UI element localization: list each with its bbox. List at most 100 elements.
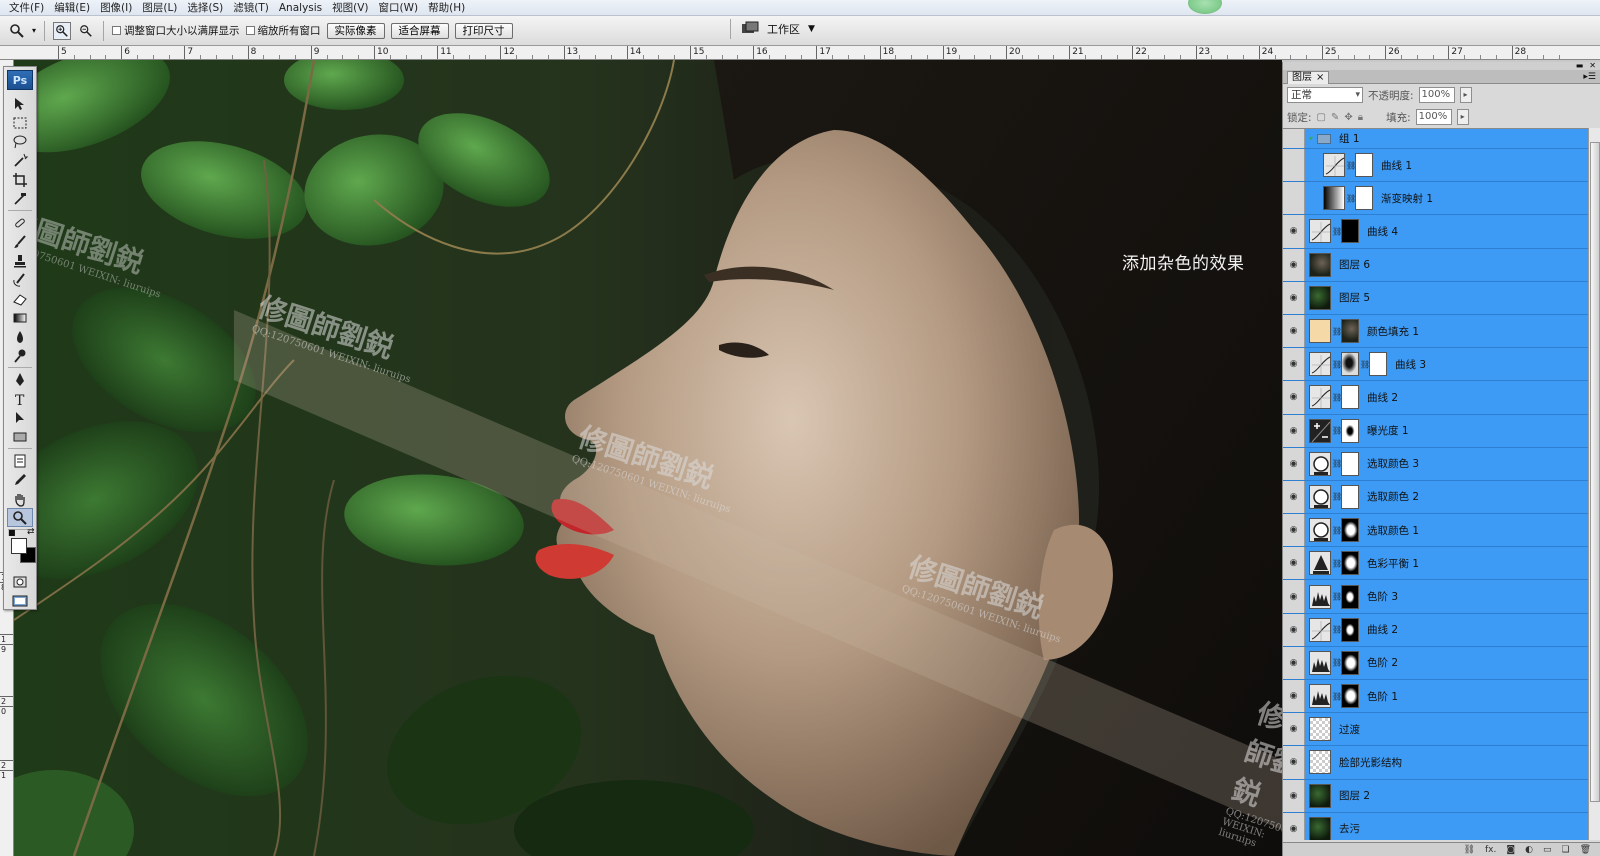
visibility-toggle-icon[interactable]: ◉ bbox=[1283, 348, 1305, 381]
healing-brush-tool-icon[interactable] bbox=[4, 213, 36, 232]
adjustment-layer-icon[interactable]: ◐ bbox=[1525, 845, 1533, 855]
opacity-slider-arrow-icon[interactable]: ▸ bbox=[1459, 87, 1472, 103]
layer-row[interactable]: ◉ ⛓︎ 曲线 2 bbox=[1283, 381, 1588, 415]
checkbox-icon[interactable] bbox=[245, 26, 255, 35]
layer-row[interactable]: ◉ 过渡 bbox=[1283, 713, 1588, 747]
color-swatches[interactable]: ■ ⇄ bbox=[7, 527, 36, 568]
layer-row[interactable]: ◉ ⛓︎ 曲线 2 bbox=[1283, 613, 1588, 647]
visibility-toggle-icon[interactable]: ◉ bbox=[1283, 547, 1305, 580]
chevron-down-icon[interactable]: ▼ bbox=[808, 24, 815, 34]
chain-link-icon[interactable]: ⛓︎ bbox=[1332, 526, 1342, 535]
chain-link-icon[interactable]: ⛓︎ bbox=[1332, 559, 1342, 568]
actual-pixels-button[interactable]: 实际像素 bbox=[326, 22, 385, 39]
zoom-all-windows-checkbox[interactable]: 缩放所有窗口 bbox=[245, 23, 321, 38]
chain-link-icon[interactable]: ⛓︎ bbox=[1360, 360, 1370, 369]
visibility-toggle-icon[interactable]: ◉ bbox=[1283, 281, 1305, 314]
layer-mask-thumbnail[interactable] bbox=[1355, 186, 1373, 211]
path-selection-tool-icon[interactable] bbox=[4, 408, 36, 427]
visibility-toggle-icon[interactable]: ◉ bbox=[1283, 646, 1305, 679]
layer-mask-thumbnail[interactable] bbox=[1341, 319, 1359, 344]
lasso-tool-icon[interactable] bbox=[4, 132, 36, 151]
menu-layer[interactable]: 图层(L) bbox=[137, 0, 182, 16]
gradient-tool-icon[interactable] bbox=[4, 308, 36, 327]
hand-tool-icon[interactable] bbox=[4, 489, 36, 508]
menu-filter[interactable]: 滤镜(T) bbox=[228, 0, 274, 16]
chain-link-icon[interactable]: ⛓︎ bbox=[1346, 194, 1356, 203]
chain-link-icon[interactable]: ⛓︎ bbox=[1332, 658, 1342, 667]
layer-row[interactable]: ◉ ⛓︎ 色彩平衡 1 bbox=[1283, 547, 1588, 581]
layer-row[interactable]: ◉ ⛓︎ 色阶 3 bbox=[1283, 580, 1588, 614]
layer-row[interactable]: ◉ ⛓︎ 选取颜色 3 bbox=[1283, 447, 1588, 481]
document-canvas[interactable]: 添加杂色的效果 修圖師劉鋭 QQ:120750601 WEIXIN: liuru… bbox=[14, 60, 1282, 856]
visibility-toggle-icon[interactable]: ◉ bbox=[1283, 480, 1305, 514]
tab-layers[interactable]: 图层 × bbox=[1287, 71, 1330, 84]
visibility-toggle-icon[interactable]: ◉ bbox=[1283, 514, 1305, 547]
layers-scrollbar[interactable] bbox=[1588, 128, 1600, 840]
visibility-toggle-icon[interactable]: ◉ bbox=[1283, 580, 1305, 613]
marquee-tool-icon[interactable] bbox=[4, 113, 36, 132]
close-icon[interactable]: ✕ bbox=[1589, 62, 1596, 70]
checkbox-icon[interactable] bbox=[112, 26, 122, 35]
zoom-in-icon[interactable] bbox=[53, 21, 72, 40]
layer-row[interactable]: ◉ ⛓︎ 选取颜色 2 bbox=[1283, 480, 1588, 515]
layer-mask-thumbnail[interactable] bbox=[1341, 684, 1359, 709]
opacity-input[interactable]: 100% bbox=[1418, 87, 1455, 103]
layer-mask-thumbnail[interactable] bbox=[1341, 484, 1359, 509]
layer-mask-thumbnail[interactable] bbox=[1341, 584, 1359, 609]
layer-row[interactable]: ◉ ⛓︎ 曲线 1 bbox=[1283, 149, 1588, 183]
visibility-toggle-icon[interactable]: ◉ bbox=[1283, 149, 1305, 182]
visibility-toggle-icon[interactable]: ◉ bbox=[1283, 746, 1305, 779]
layer-mask-thumbnail[interactable] bbox=[1341, 451, 1359, 476]
layer-mask-thumbnail[interactable] bbox=[1341, 352, 1359, 377]
visibility-toggle-icon[interactable]: ◉ bbox=[1283, 613, 1305, 646]
type-tool-icon[interactable]: T bbox=[4, 389, 36, 408]
zoom-tool-preset-icon[interactable] bbox=[8, 22, 26, 40]
visibility-toggle-icon[interactable]: ◉ bbox=[1283, 129, 1305, 148]
layer-row[interactable]: ◉ ⛓︎ 选取颜色 1 bbox=[1283, 514, 1588, 548]
layer-row[interactable]: ◉ ⛓︎ 曝光度 1 bbox=[1283, 414, 1588, 448]
visibility-toggle-icon[interactable]: ◉ bbox=[1283, 215, 1305, 248]
layer-style-icon[interactable]: fx. bbox=[1485, 845, 1496, 855]
eraser-tool-icon[interactable] bbox=[4, 289, 36, 308]
layer-mask-thumbnail[interactable] bbox=[1341, 551, 1359, 576]
menu-edit[interactable]: 编辑(E) bbox=[49, 0, 95, 16]
lock-all-icon[interactable]: 🔒︎ bbox=[1358, 112, 1363, 123]
blend-mode-select[interactable]: 正常 bbox=[1287, 87, 1363, 103]
menu-image[interactable]: 图像(I) bbox=[95, 0, 137, 16]
layer-mask-thumbnail[interactable] bbox=[1341, 385, 1359, 410]
visibility-toggle-icon[interactable]: ◉ bbox=[1283, 314, 1305, 348]
layer-row[interactable]: ◉ 图层 5 bbox=[1283, 281, 1588, 315]
lock-pixels-icon[interactable]: ✎ bbox=[1331, 112, 1339, 123]
crop-tool-icon[interactable] bbox=[4, 170, 36, 189]
swap-colors-icon[interactable]: ⇄ bbox=[27, 527, 35, 537]
eyedropper-tool-icon[interactable] bbox=[4, 470, 36, 489]
preset-dropdown-icon[interactable]: ▾ bbox=[32, 26, 36, 35]
floating-badge-icon[interactable] bbox=[1188, 0, 1222, 14]
trash-icon[interactable]: 🗑︎ bbox=[1580, 845, 1591, 855]
print-size-button[interactable]: 打印尺寸 bbox=[454, 22, 513, 39]
menu-analysis[interactable]: Analysis bbox=[274, 0, 327, 16]
workspace-label[interactable]: 工作区 bbox=[767, 21, 800, 37]
move-tool-icon[interactable] bbox=[4, 94, 36, 113]
clone-stamp-tool-icon[interactable] bbox=[4, 251, 36, 270]
history-brush-tool-icon[interactable] bbox=[4, 270, 36, 289]
layer-row[interactable]: ◉ ⛓︎ 渐变映射 1 bbox=[1283, 182, 1588, 216]
lock-position-icon[interactable]: ✥ bbox=[1344, 112, 1352, 123]
visibility-toggle-icon[interactable]: ◉ bbox=[1283, 812, 1305, 840]
visibility-toggle-icon[interactable]: ◉ bbox=[1283, 680, 1305, 713]
notes-tool-icon[interactable] bbox=[4, 451, 36, 470]
chain-link-icon[interactable]: ⛓︎ bbox=[1346, 161, 1356, 170]
chain-link-icon[interactable]: ⛓︎ bbox=[1332, 625, 1342, 634]
layer-row[interactable]: ◉ ⛓︎ 色阶 1 bbox=[1283, 680, 1588, 714]
foreground-color-swatch[interactable] bbox=[11, 538, 27, 554]
layer-row[interactable]: ◉ ⛓︎ ⛓︎ 曲线 3 bbox=[1283, 348, 1588, 382]
brush-tool-icon[interactable] bbox=[4, 232, 36, 251]
layer-mask-thumbnail[interactable] bbox=[1341, 650, 1359, 675]
pen-tool-icon[interactable] bbox=[4, 370, 36, 389]
link-layers-icon[interactable]: ⛓︎ bbox=[1464, 845, 1475, 855]
visibility-toggle-icon[interactable]: ◉ bbox=[1283, 713, 1305, 746]
chain-link-icon[interactable]: ⛓︎ bbox=[1332, 692, 1342, 701]
ruler-horizontal[interactable]: 5 6 7 8 9 10 11 12 13 14 15 16 17 18 19 20 21 22 23 24 25 26 2… bbox=[0, 46, 1600, 60]
chain-link-icon[interactable]: ⛓︎ bbox=[1332, 492, 1342, 501]
layer-mask-thumbnail[interactable] bbox=[1341, 418, 1359, 443]
